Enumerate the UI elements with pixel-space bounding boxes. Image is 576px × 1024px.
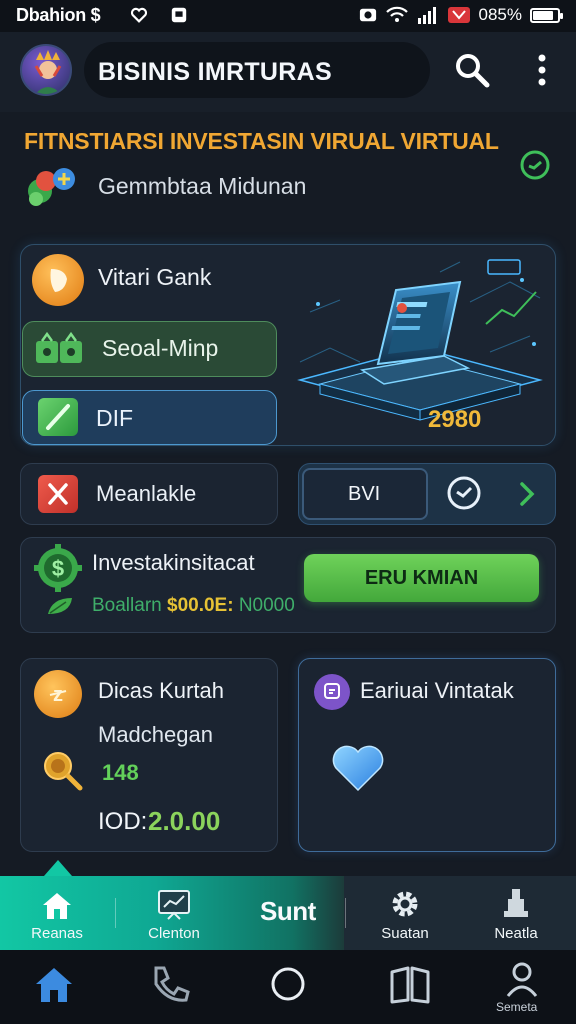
page-subtitle: Gemmbtaa Midunan	[98, 173, 307, 199]
close-icon	[38, 475, 78, 513]
home-icon	[43, 893, 71, 919]
tab-divider	[115, 898, 116, 928]
tab-label: Clenton	[148, 925, 200, 942]
discount-total-value: 2.0.00	[148, 806, 221, 836]
tab-label: Reanas	[31, 925, 83, 942]
favorite-title: Eariuai Vintatak	[360, 678, 514, 703]
tab-center[interactable]: Sunt	[260, 896, 316, 927]
tab-label: Neatla	[494, 925, 538, 942]
bvi-label: BVI	[348, 483, 381, 505]
circle-home-icon[interactable]	[266, 962, 310, 1006]
invest-amount-prefix: Boallarn	[92, 595, 167, 616]
avatar[interactable]	[20, 44, 72, 96]
discount-title: Dicas Kurtah	[98, 678, 224, 703]
tab-notch	[44, 860, 72, 876]
clock-icon[interactable]	[445, 474, 483, 512]
search-icon[interactable]	[452, 50, 492, 90]
profile-icon[interactable]	[500, 958, 544, 1002]
chat-icon	[314, 674, 350, 710]
gear-icon	[392, 891, 418, 917]
page-headline: FITNSTIARSI INVESTASIN VIRUAL VIRTUAL	[24, 128, 499, 154]
invest-amount: Boallarn $00.0E: N0000	[92, 595, 295, 617]
invest-amount-highlight: $00.0E:	[167, 595, 234, 616]
battery-icon	[530, 7, 563, 23]
discount-subtitle: Madchegan	[98, 722, 213, 747]
invest-title: Investakinsitacat	[92, 550, 255, 575]
app-title: BISINIS IMRTURAS	[98, 58, 332, 86]
app-badge-icon	[447, 7, 470, 23]
box-icon	[171, 7, 187, 23]
dollar-gear-icon: $	[34, 544, 82, 592]
status-left-text: Dbahion $	[16, 5, 101, 25]
coin-search-icon	[44, 752, 83, 791]
clock-icon[interactable]	[518, 148, 552, 182]
coin-icon: z	[34, 670, 82, 718]
chevron-right-icon[interactable]	[514, 478, 540, 510]
invest-amount-suffix: N0000	[233, 595, 295, 616]
heart-icon	[130, 7, 148, 23]
wifi-icon	[385, 6, 408, 22]
chart-board-icon	[158, 890, 190, 920]
profile-label: Semeta	[496, 1000, 538, 1014]
tab-clenton[interactable]: Clenton	[120, 878, 228, 950]
main-card-title: Vitari Gank	[98, 264, 212, 290]
signal-icon	[417, 7, 436, 24]
laptop-illustration	[297, 259, 543, 421]
more-vertical-icon[interactable]	[526, 50, 558, 90]
camera-icon	[359, 8, 376, 22]
svg-text:z: z	[53, 684, 63, 706]
tab-settings[interactable]: Suatan	[352, 878, 458, 950]
battery-percent: 085%	[478, 5, 522, 24]
heart-icon	[332, 745, 384, 792]
discount-count: 148	[102, 760, 139, 785]
tab-divider	[345, 898, 346, 928]
trophy-icon	[504, 889, 528, 917]
home-icon[interactable]	[32, 962, 76, 1006]
phone-icon[interactable]	[148, 962, 192, 1006]
message-label: Meanlakle	[96, 481, 197, 506]
tab-home[interactable]: Reanas	[4, 878, 110, 950]
nearby-map-label: Seoal-Minp	[102, 335, 219, 361]
battery-fill	[533, 10, 554, 20]
coins-icon	[28, 168, 75, 206]
invest-action-button[interactable]: ERU KMIAN	[304, 554, 539, 602]
tab-label: Suatan	[381, 925, 429, 942]
status-right: 085%	[359, 5, 563, 25]
main-card-value: 2980	[428, 406, 482, 433]
svg-text:$: $	[52, 556, 64, 581]
leaf-icon	[48, 598, 72, 614]
gift-icon	[32, 254, 84, 306]
dif-label: DIF	[96, 405, 134, 431]
book-icon[interactable]	[388, 962, 432, 1006]
wallet-icon	[36, 331, 82, 363]
edit-icon	[38, 398, 78, 436]
discount-total-label: IOD:	[98, 808, 148, 835]
tab-neatla[interactable]: Neatla	[462, 878, 570, 950]
